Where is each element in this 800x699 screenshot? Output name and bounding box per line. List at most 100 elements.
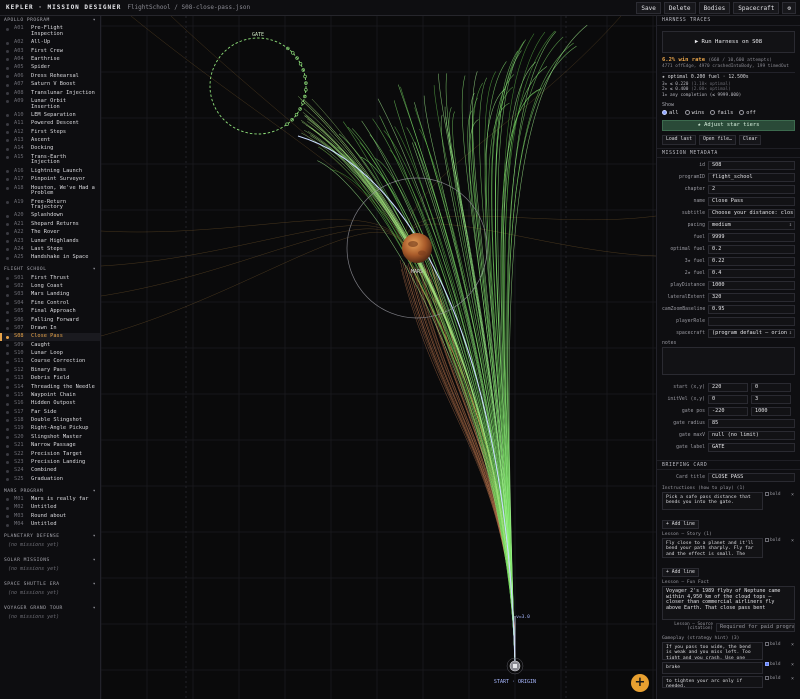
adjust-star-tiers-button[interactable]: ★ Adjust star tiers xyxy=(662,119,795,131)
remove-line-icon[interactable]: × xyxy=(791,676,795,682)
chevron-down-icon[interactable]: ▾ xyxy=(93,265,96,274)
mission-item-a07[interactable]: A07 Saturn V Boost xyxy=(0,81,100,89)
remove-line-icon[interactable]: × xyxy=(791,662,795,668)
funfact-textarea[interactable]: Voyager 2's 1989 flyby of Neptune came w… xyxy=(662,585,795,620)
mission-item-a10[interactable]: A10 LEM Separation xyxy=(0,112,100,120)
y-input[interactable]: 0 xyxy=(751,383,791,393)
chevron-down-icon[interactable]: ▾ xyxy=(93,532,96,541)
show-option-all[interactable]: all xyxy=(662,110,679,116)
mission-item-s13[interactable]: S13 Debris Field xyxy=(0,375,100,383)
radio-icon[interactable] xyxy=(710,110,716,116)
text-field[interactable]: 0.4 xyxy=(708,269,795,279)
mission-item-s07[interactable]: S07 Drawn In xyxy=(0,325,100,333)
program-group-title[interactable]: SPACE SHUTTLE ERA ▾ xyxy=(0,580,100,589)
mission-item-a03[interactable]: A03 First Crew xyxy=(0,47,100,55)
mission-item-m01[interactable]: M01 Mars is really far xyxy=(0,496,100,504)
mission-item-a23[interactable]: A23 Lunar Highlands xyxy=(0,237,100,245)
mission-item-s19[interactable]: S19 Right-Angle Pickup xyxy=(0,425,100,433)
radio-icon[interactable] xyxy=(684,110,690,116)
mission-item-a12[interactable]: A12 First Steps xyxy=(0,128,100,136)
radio-icon[interactable] xyxy=(739,110,745,116)
text-field[interactable]: flight_school xyxy=(708,173,795,183)
hint-textarea[interactable]: to tighten your arc only if needed. xyxy=(662,675,763,688)
mission-item-s16[interactable]: S16 Hidden Outpost xyxy=(0,400,100,408)
story-textarea[interactable]: Fly close to a planet and it'll bend you… xyxy=(662,537,763,558)
mission-item-s15[interactable]: S15 Waypoint Chain xyxy=(0,392,100,400)
settings-gear-icon[interactable]: ⚙ xyxy=(782,2,796,14)
bold-checkbox[interactable] xyxy=(765,642,769,647)
radio-icon[interactable] xyxy=(662,110,667,116)
add-story-line-button[interactable]: + Add line xyxy=(662,567,699,577)
show-option-fails[interactable]: fails xyxy=(710,110,733,116)
bold-checkbox[interactable] xyxy=(765,662,769,667)
x-input[interactable]: 220 xyxy=(708,383,748,393)
bold-checkbox[interactable] xyxy=(765,492,769,497)
mission-item-s18[interactable]: S18 Double Slingshot xyxy=(0,417,100,425)
mission-item-s17[interactable]: S17 Far Side xyxy=(0,408,100,416)
mission-item-a05[interactable]: A05 Spider xyxy=(0,64,100,72)
open-file-button[interactable]: Open file… xyxy=(699,134,736,145)
text-field[interactable]: 9999 xyxy=(708,233,795,243)
mission-item-m02[interactable]: M02 Untitled xyxy=(0,504,100,512)
text-field[interactable] xyxy=(708,317,795,327)
show-option-off[interactable]: off xyxy=(739,110,756,116)
text-field[interactable]: 0.2 xyxy=(708,245,795,255)
spacecraft-button[interactable]: Spacecraft xyxy=(733,2,780,14)
mission-item-s01[interactable]: S01 First Thrust xyxy=(0,274,100,282)
mission-item-s22[interactable]: S22 Precision Target xyxy=(0,450,100,458)
bold-checkbox[interactable] xyxy=(765,538,769,543)
hint-textarea[interactable]: brake xyxy=(662,661,763,674)
bold-checkbox[interactable] xyxy=(765,676,769,681)
mission-item-a20[interactable]: A20 Splashdown xyxy=(0,212,100,220)
mission-item-a21[interactable]: A21 Shepard Returns xyxy=(0,220,100,228)
bold-toggle[interactable]: bold xyxy=(765,492,789,497)
bold-toggle[interactable]: bold xyxy=(765,538,789,543)
mission-item-s25[interactable]: S25 Graduation xyxy=(0,475,100,483)
mission-item-s03[interactable]: S03 Mars Landing xyxy=(0,291,100,299)
mission-item-s24[interactable]: S24 Combined xyxy=(0,467,100,475)
program-group-title[interactable]: FLIGHT SCHOOL ▾ xyxy=(0,265,100,274)
mission-item-s11[interactable]: S11 Course Correction xyxy=(0,358,100,366)
chevron-down-icon[interactable]: ▾ xyxy=(93,556,96,565)
x-input[interactable]: -220 xyxy=(708,407,748,417)
mission-item-a14[interactable]: A14 Docking xyxy=(0,145,100,153)
text-field[interactable]: 0.22 xyxy=(708,257,795,267)
bold-toggle[interactable]: bold xyxy=(765,662,789,667)
program-group-title[interactable]: PLANETARY DEFENSE ▾ xyxy=(0,532,100,541)
y-input[interactable]: 3 xyxy=(751,395,791,405)
chevron-down-icon[interactable]: ▾ xyxy=(93,604,96,613)
mission-item-a13[interactable]: A13 Ascent xyxy=(0,137,100,145)
mission-item-s05[interactable]: S05 Final Approach xyxy=(0,308,100,316)
run-harness-button[interactable]: ▶ Run Harness on S08 xyxy=(662,31,795,53)
text-field[interactable]: GATE xyxy=(708,443,795,453)
text-field[interactable]: null (no limit) xyxy=(708,431,795,441)
mission-item-s08[interactable]: S08 Close Pass xyxy=(0,332,100,342)
text-field[interactable]: 320 xyxy=(708,293,795,303)
mission-item-s06[interactable]: S06 Falling Forward xyxy=(0,316,100,324)
delete-button[interactable]: Delete xyxy=(663,2,696,14)
card-title-input[interactable]: CLOSE PASS xyxy=(708,473,795,483)
chevron-down-icon[interactable]: ▾ xyxy=(93,487,96,496)
chevron-down-icon[interactable]: ▾ xyxy=(93,580,96,589)
mission-item-s10[interactable]: S10 Lunar Loop xyxy=(0,350,100,358)
mission-item-a11[interactable]: A11 Powered Descent xyxy=(0,120,100,128)
mission-item-s14[interactable]: S14 Threading the Needle xyxy=(0,383,100,391)
text-field[interactable]: S08 xyxy=(708,161,795,171)
mission-item-a08[interactable]: A08 Translunar Injection xyxy=(0,89,100,97)
mission-item-a16[interactable]: A16 Lightning Launch xyxy=(0,167,100,175)
program-group-title[interactable]: SOLAR MISSIONS ▾ xyxy=(0,556,100,565)
mission-item-s20[interactable]: S20 Slingshot Master xyxy=(0,433,100,441)
x-input[interactable]: 0 xyxy=(708,395,748,405)
mission-item-a04[interactable]: A04 Earthrise xyxy=(0,56,100,64)
mission-item-a19[interactable]: A19 Free-Return Trajectory xyxy=(0,198,100,212)
bold-toggle[interactable]: bold xyxy=(765,642,789,647)
mission-item-a06[interactable]: A06 Dress Rehearsal xyxy=(0,72,100,80)
hint-textarea[interactable]: If you pass too wide, the bend is weak a… xyxy=(662,641,763,660)
remove-line-icon[interactable]: × xyxy=(791,538,795,544)
save-button[interactable]: Save xyxy=(636,2,661,14)
load-last-button[interactable]: Load last xyxy=(662,134,696,145)
chevron-down-icon[interactable]: ▾ xyxy=(93,16,96,25)
select-field[interactable]: (program default — orion ⇕ xyxy=(708,329,795,339)
y-input[interactable]: 1000 xyxy=(751,407,791,417)
mission-item-a15[interactable]: A15 Trans-Earth Injection xyxy=(0,153,100,167)
